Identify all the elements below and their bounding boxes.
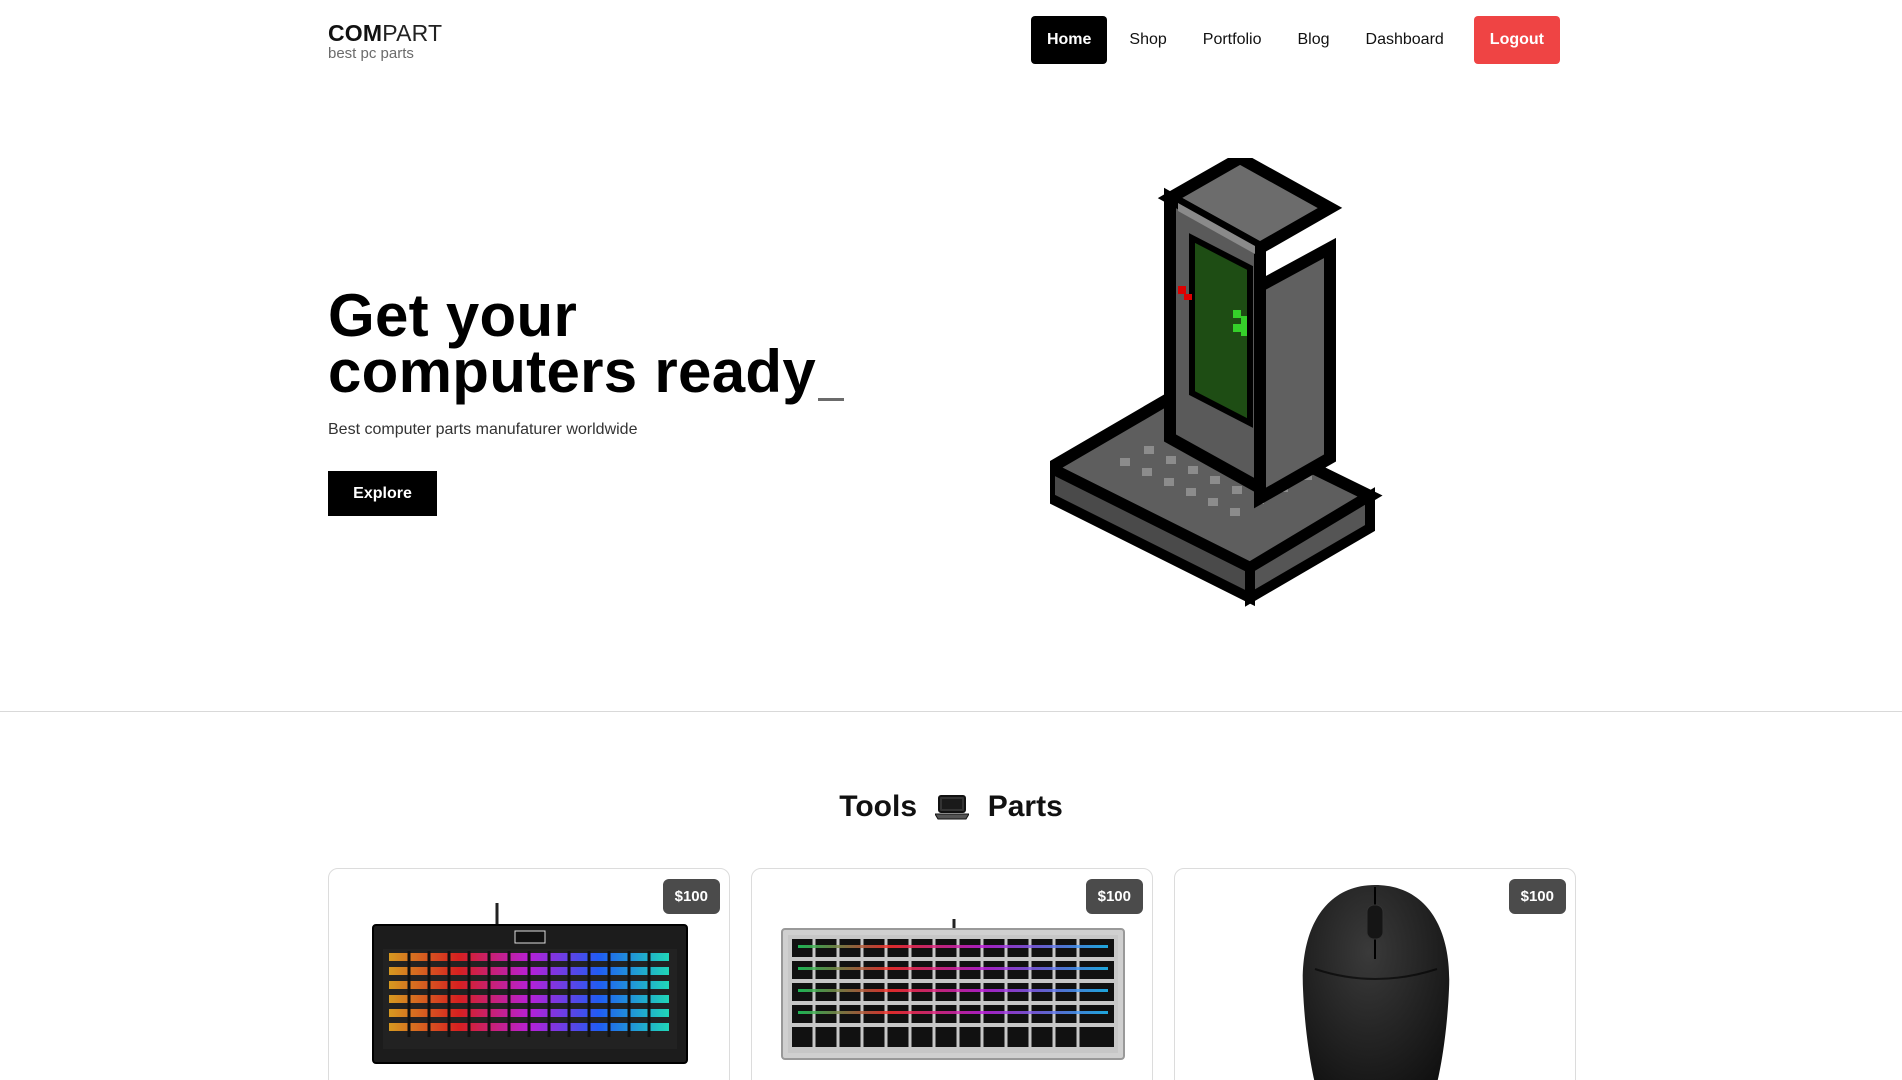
product-card[interactable]: $100 [751,868,1153,1080]
nav-item-dashboard[interactable]: Dashboard [1352,16,1458,64]
price-badge: $100 [1085,879,1143,914]
pixel-computer-illustration [1050,158,1383,607]
nav-item-portfolio[interactable]: Portfolio [1189,16,1276,64]
product-card[interactable]: $100 [328,868,730,1080]
nav-item-shop[interactable]: Shop [1115,16,1180,64]
nav-menu: Home Shop Portfolio Blog Dashboard Logou… [1030,16,1560,64]
section-divider [0,711,1902,712]
section-title: Tools Parts [0,790,1902,824]
product-card[interactable]: $100 [1174,868,1576,1080]
navbar: COMPART best pc parts Home Shop Portfoli… [0,0,1902,80]
explore-button[interactable]: Explore [328,471,437,516]
laptop-icon [935,795,970,820]
keyboard-keys [792,939,1114,1047]
pc-screen-cursor [1233,310,1241,318]
nav-item-blog[interactable]: Blog [1283,16,1343,64]
pc-monitor-right [1254,237,1336,509]
section-title-right: Parts [987,790,1063,823]
brand-title-strong: COM [328,20,383,46]
logout-button[interactable]: Logout [1473,16,1560,64]
price-badge: $100 [1508,879,1566,914]
nav-item-home[interactable]: Home [1030,16,1108,64]
brand-tagline: best pc parts [328,45,414,62]
section-title-left: Tools [839,790,918,823]
pc-power-led [1178,286,1186,294]
price-badge: $100 [662,879,720,914]
brand-title: COMPART [328,22,442,45]
hero-title: Get your computers ready [328,286,816,402]
brand-title-light: PART [382,20,443,46]
brand-logo[interactable]: COMPART best pc parts [328,22,442,62]
hero-title-line2: computers ready [328,338,817,405]
hero-subtitle: Best computer parts manufaturer worldwid… [328,421,638,438]
typing-cursor [818,398,844,401]
